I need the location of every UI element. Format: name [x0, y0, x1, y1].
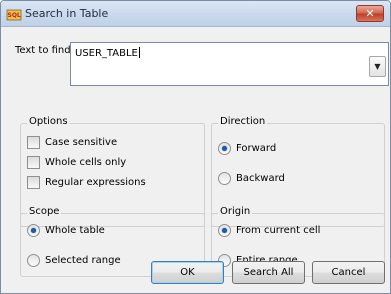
selected-range-label: Selected range: [45, 255, 121, 266]
checkbox-box[interactable]: [27, 156, 40, 169]
ok-button-label: OK: [180, 267, 195, 278]
whole-table-radio[interactable]: Whole table: [27, 224, 105, 237]
radio-button[interactable]: [218, 172, 231, 185]
radio-button[interactable]: [218, 142, 231, 155]
whole-table-label: Whole table: [45, 225, 105, 236]
origin-group-title: Origin: [218, 206, 253, 217]
case-sensitive-checkbox[interactable]: Case sensitive: [27, 136, 117, 149]
regular-expressions-checkbox[interactable]: Regular expressions: [27, 176, 146, 189]
ok-button[interactable]: OK: [151, 261, 224, 284]
cancel-button[interactable]: Cancel: [312, 261, 385, 284]
search-dialog: SQL Search in Table ✕ Text to find: USER…: [0, 0, 391, 294]
regular-expressions-label: Regular expressions: [45, 177, 146, 188]
selected-range-radio[interactable]: Selected range: [27, 254, 121, 267]
text-to-find-label: Text to find:: [15, 45, 74, 56]
radio-button[interactable]: [218, 224, 231, 237]
text-to-find-combobox[interactable]: USER_TABLE ▼: [70, 42, 389, 86]
chevron-down-icon: ▼: [374, 62, 381, 71]
scope-group-title: Scope: [27, 206, 62, 217]
radio-button[interactable]: [27, 224, 40, 237]
radio-button[interactable]: [27, 254, 40, 267]
forward-label: Forward: [236, 143, 277, 154]
checkbox-box[interactable]: [27, 176, 40, 189]
from-current-cell-radio[interactable]: From current cell: [218, 224, 320, 237]
svg-text:SQL: SQL: [8, 12, 21, 19]
whole-cells-only-checkbox[interactable]: Whole cells only: [27, 156, 126, 169]
from-current-cell-label: From current cell: [236, 225, 321, 236]
sql-table-icon: SQL: [6, 9, 22, 21]
text-caret: [138, 47, 140, 58]
forward-radio[interactable]: Forward: [218, 142, 276, 155]
case-sensitive-label: Case sensitive: [45, 137, 118, 148]
search-all-button[interactable]: Search All: [232, 261, 305, 284]
whole-cells-only-label: Whole cells only: [45, 157, 127, 168]
title-bar[interactable]: SQL Search in Table ✕: [1, 1, 390, 27]
window-title: Search in Table: [25, 7, 109, 20]
dialog-body: Text to find: USER_TABLE ▼ Options Case …: [6, 33, 389, 288]
checkbox-box[interactable]: [27, 136, 40, 149]
direction-group-title: Direction: [218, 116, 268, 127]
history-dropdown-button[interactable]: ▼: [369, 56, 386, 77]
close-button[interactable]: ✕: [356, 5, 384, 22]
close-icon: ✕: [365, 7, 375, 20]
cancel-button-label: Cancel: [331, 267, 366, 278]
text-to-find-input[interactable]: USER_TABLE: [75, 47, 140, 59]
search-all-button-label: Search All: [243, 267, 294, 278]
backward-label: Backward: [236, 173, 285, 184]
backward-radio[interactable]: Backward: [218, 172, 285, 185]
options-group-title: Options: [27, 116, 70, 127]
